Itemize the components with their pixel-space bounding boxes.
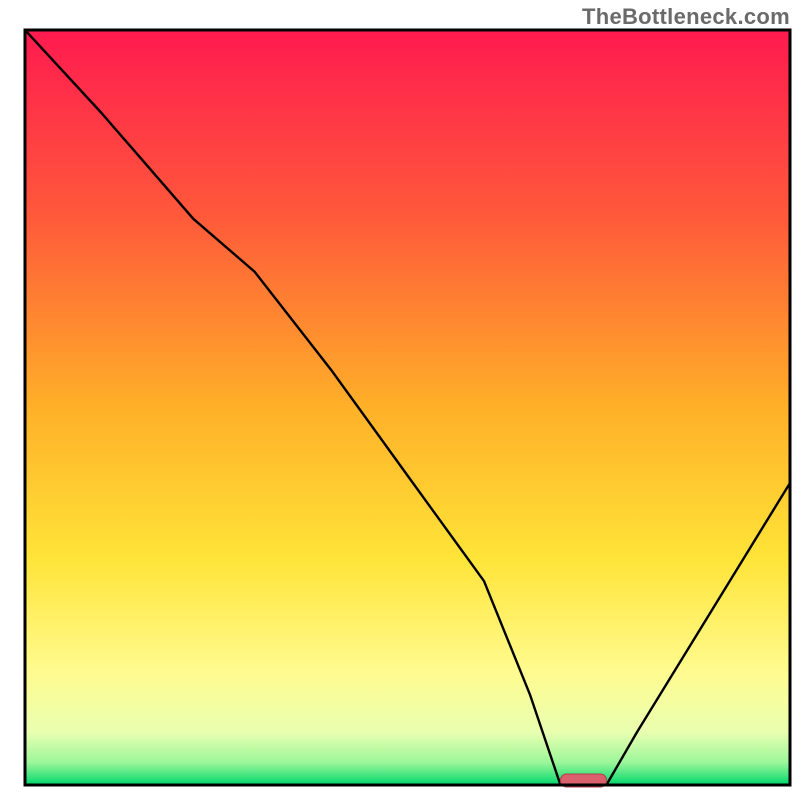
- chart-container: TheBottleneck.com: [0, 0, 800, 800]
- bottleneck-chart: [0, 0, 800, 800]
- watermark-text: TheBottleneck.com: [582, 4, 790, 30]
